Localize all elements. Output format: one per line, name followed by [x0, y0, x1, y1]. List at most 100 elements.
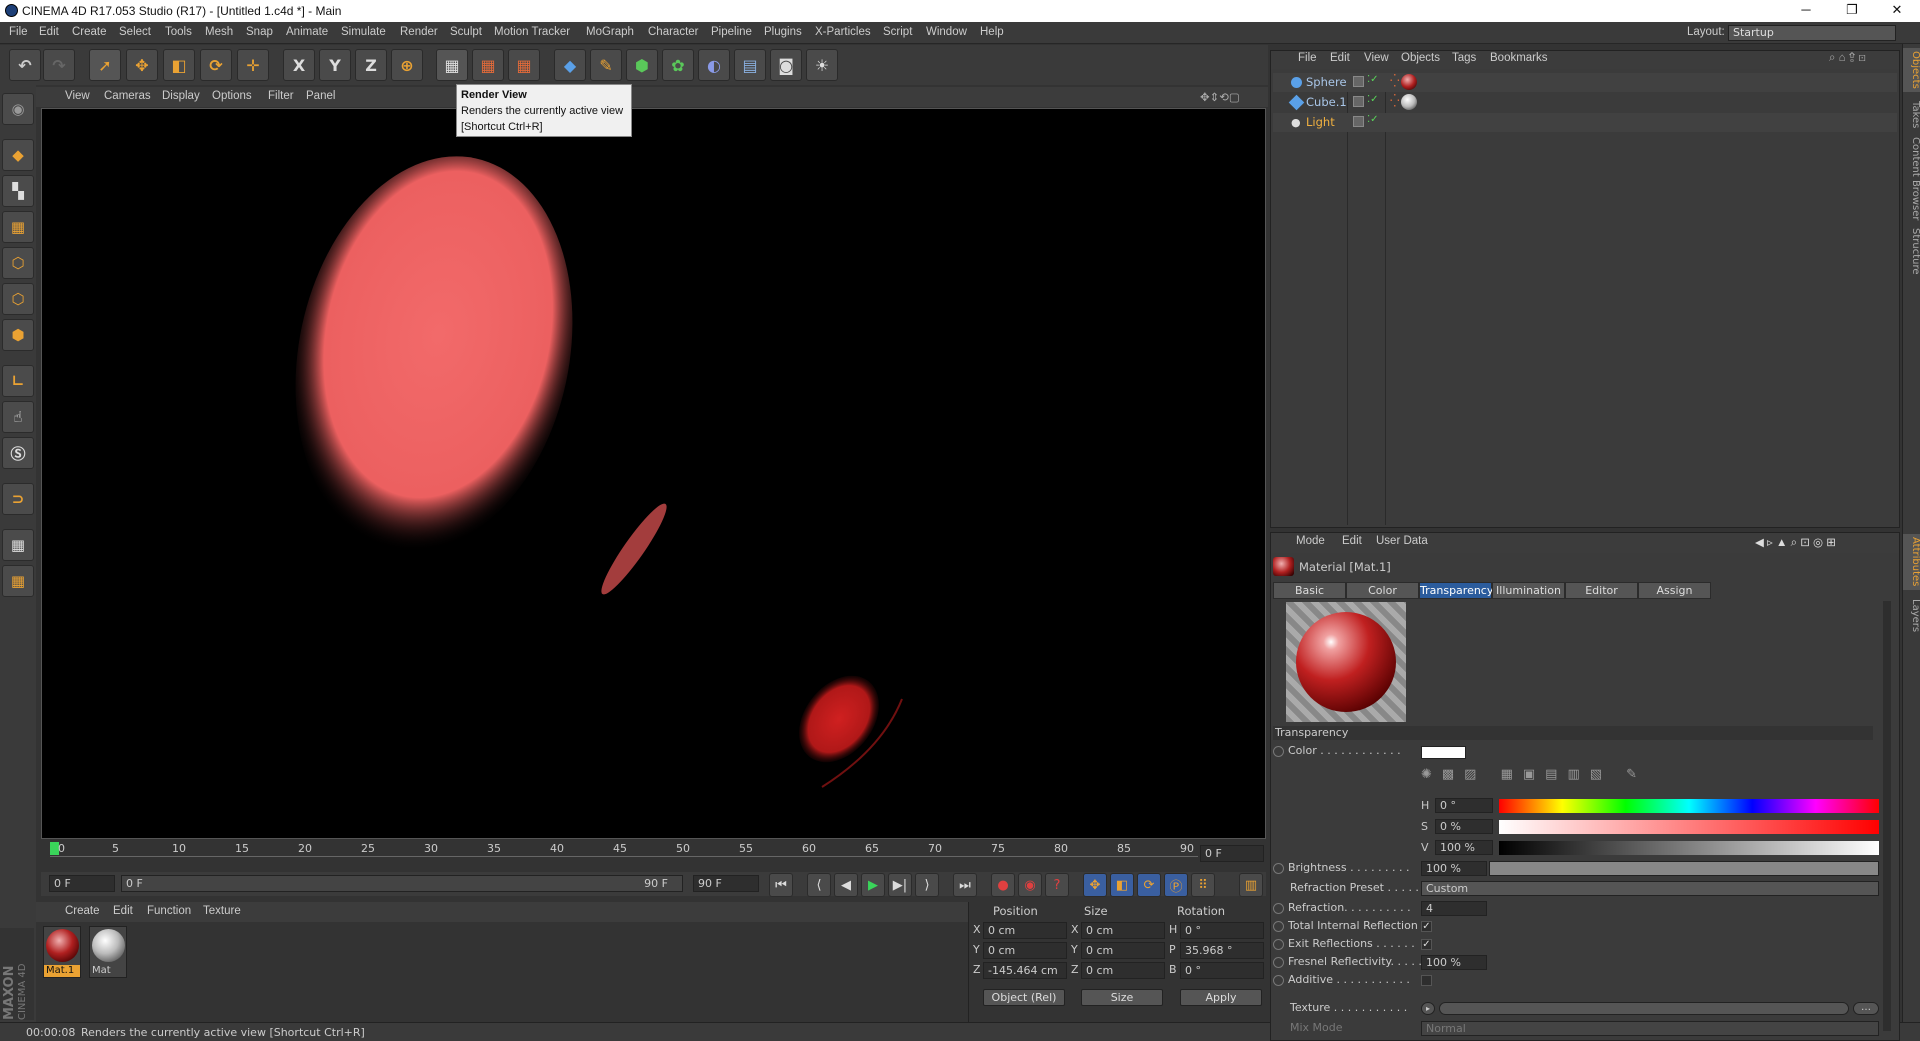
minimize-button[interactable]: ─	[1783, 0, 1829, 22]
om-search-home-icons[interactable]: ⌕ ⌂ ⇪ ⊡	[1829, 52, 1866, 65]
coordinate-mode-dropdown[interactable]: Object (Rel)	[983, 989, 1065, 1006]
menu-x-particles[interactable]: X-Particles	[815, 26, 871, 38]
keyframe-selection-icon[interactable]: ?	[1045, 873, 1069, 897]
undo-icon[interactable]: ↶	[9, 49, 41, 81]
brightness-field[interactable]: 100 %	[1421, 861, 1487, 876]
additive-checkbox[interactable]	[1421, 975, 1432, 986]
go-to-end-icon[interactable]: ⏭	[953, 873, 977, 897]
om-menu-tags[interactable]: Tags	[1452, 52, 1476, 64]
redo-icon[interactable]: ↷	[43, 49, 75, 81]
menu-help[interactable]: Help	[980, 26, 1004, 38]
pen-spline-icon[interactable]: ✎	[590, 49, 622, 81]
last-tool-icon[interactable]: ✛	[237, 49, 269, 81]
deformer-icon[interactable]: ◐	[698, 49, 730, 81]
apply-button[interactable]: Apply	[1180, 989, 1262, 1006]
previous-frame-icon[interactable]: ◀	[834, 873, 858, 897]
phong-tag-icon[interactable]: ⁛	[1390, 74, 1400, 88]
size-x-field[interactable]: 0 cm	[1081, 922, 1165, 939]
move-icon[interactable]: ✥	[126, 49, 158, 81]
menu-snap[interactable]: Snap	[246, 26, 273, 38]
om-menu-objects[interactable]: Objects	[1401, 52, 1440, 64]
tab-transparency[interactable]: Transparency	[1419, 582, 1493, 599]
rotation-p-field[interactable]: 35.968 °	[1180, 942, 1264, 959]
color-picker-mode-icons[interactable]: ✺▩▨ ▦▣▤▥▧ ✎	[1421, 767, 1647, 782]
menu-simulate[interactable]: Simulate	[341, 26, 386, 38]
side-tab-layers[interactable]: Layers	[1903, 596, 1920, 636]
attribute-scrollbar[interactable]	[1883, 601, 1891, 1031]
viewport-menu-filter[interactable]: Filter	[268, 90, 294, 102]
size-mode-dropdown[interactable]: Size	[1081, 989, 1163, 1006]
make-editable-icon[interactable]: ◉	[2, 93, 34, 125]
texture-menu-icon[interactable]: ▸	[1421, 1002, 1435, 1015]
om-menu-file[interactable]: File	[1298, 52, 1317, 64]
material-menu-edit[interactable]: Edit	[113, 905, 133, 917]
tir-checkbox[interactable]: ✓	[1421, 921, 1432, 932]
x-axis-button[interactable]: X	[283, 49, 315, 81]
am-menu-user-data[interactable]: User Data	[1376, 535, 1428, 547]
current-frame-field[interactable]: 0 F	[1200, 845, 1264, 862]
magnet-icon[interactable]: ⊃	[2, 483, 34, 515]
saturation-field[interactable]: 0 %	[1435, 819, 1493, 834]
om-menu-view[interactable]: View	[1364, 52, 1389, 64]
layer-icon[interactable]	[1353, 96, 1364, 107]
visibility-check-icon[interactable]: ⁚✓	[1367, 94, 1379, 105]
layer-icon[interactable]	[1353, 76, 1364, 87]
texture-browse-button[interactable]: …	[1853, 1002, 1879, 1015]
menu-tools[interactable]: Tools	[165, 26, 192, 38]
polygons-mode-icon[interactable]: ⬢	[2, 319, 34, 351]
tab-editor[interactable]: Editor	[1565, 582, 1638, 599]
menu-select[interactable]: Select	[119, 26, 151, 38]
menu-window[interactable]: Window	[926, 26, 967, 38]
viewport-3d[interactable]	[41, 108, 1266, 839]
om-menu-bookmarks[interactable]: Bookmarks	[1490, 52, 1548, 64]
y-axis-button[interactable]: Y	[319, 49, 351, 81]
texture-field[interactable]	[1439, 1002, 1849, 1015]
viewport-menu-options[interactable]: Options	[212, 90, 252, 102]
z-axis-button[interactable]: Z	[355, 49, 387, 81]
record-active-objects-icon[interactable]: ●	[991, 873, 1015, 897]
start-frame-field[interactable]: 0 F	[49, 875, 115, 892]
next-key-icon[interactable]: ⟩	[915, 873, 939, 897]
menu-file[interactable]: File	[9, 26, 28, 38]
coordinate-system-icon[interactable]: ⊕	[391, 49, 423, 81]
timeline-ruler[interactable]: 0 5 10 15 20 25 30 35 40 45 50 55 60 65 …	[41, 840, 1266, 872]
go-to-start-icon[interactable]: ⏮	[769, 873, 793, 897]
tab-assign[interactable]: Assign	[1638, 582, 1711, 599]
menu-pipeline[interactable]: Pipeline	[711, 26, 752, 38]
value-slider[interactable]	[1499, 841, 1879, 855]
color-swatch[interactable]	[1421, 746, 1466, 759]
render-settings-icon[interactable]: ▦	[508, 49, 540, 81]
position-z-field[interactable]: -145.464 cm	[983, 962, 1067, 979]
workplane-mode-icon[interactable]: ▦	[2, 211, 34, 243]
frame-range-slider[interactable]: 0 F 90 F	[121, 875, 683, 892]
camera-icon[interactable]: ◙	[770, 49, 802, 81]
floor-environment-icon[interactable]: ▤	[734, 49, 766, 81]
menu-script[interactable]: Script	[883, 26, 912, 38]
side-tab-structure[interactable]: Structure	[1903, 226, 1920, 276]
planar-workplane-icon[interactable]: ▦	[2, 565, 34, 597]
animate-radio[interactable]	[1273, 956, 1284, 968]
animate-radio[interactable]	[1273, 938, 1284, 950]
scale-key-icon[interactable]: ◧	[1110, 873, 1134, 897]
hue-field[interactable]: 0 °	[1435, 798, 1493, 813]
material-menu-function[interactable]: Function	[147, 905, 191, 917]
menu-mograph[interactable]: MoGraph	[586, 26, 634, 38]
value-field[interactable]: 100 %	[1435, 840, 1493, 855]
viewport-navigation-icon[interactable]: ✥⇕⟲▢	[1200, 90, 1240, 104]
phong-tag-icon[interactable]: ⁛	[1390, 94, 1400, 108]
timeline-window-icon[interactable]: ▥	[1239, 873, 1263, 897]
texture-mode-icon[interactable]: ▚	[2, 175, 34, 207]
menu-edit[interactable]: Edit	[39, 26, 59, 38]
menu-mesh[interactable]: Mesh	[205, 26, 233, 38]
array-cloner-icon[interactable]: ✿	[662, 49, 694, 81]
animate-radio[interactable]	[1273, 974, 1284, 986]
visibility-check-icon[interactable]: ⁚✓	[1367, 114, 1379, 125]
layer-icon[interactable]	[1353, 116, 1364, 127]
play-forward-icon[interactable]: ▶	[861, 873, 885, 897]
am-navigation-icons[interactable]: ◀ ▹ ▲ ⌕ ⊡ ◎ ⊞	[1755, 535, 1836, 550]
point-level-animation-icon[interactable]: ⠿	[1191, 873, 1215, 897]
points-mode-icon[interactable]: ⬡	[2, 247, 34, 279]
animate-radio[interactable]	[1273, 920, 1284, 932]
material-menu-create[interactable]: Create	[65, 905, 100, 917]
tab-illumination[interactable]: Illumination	[1492, 582, 1565, 599]
